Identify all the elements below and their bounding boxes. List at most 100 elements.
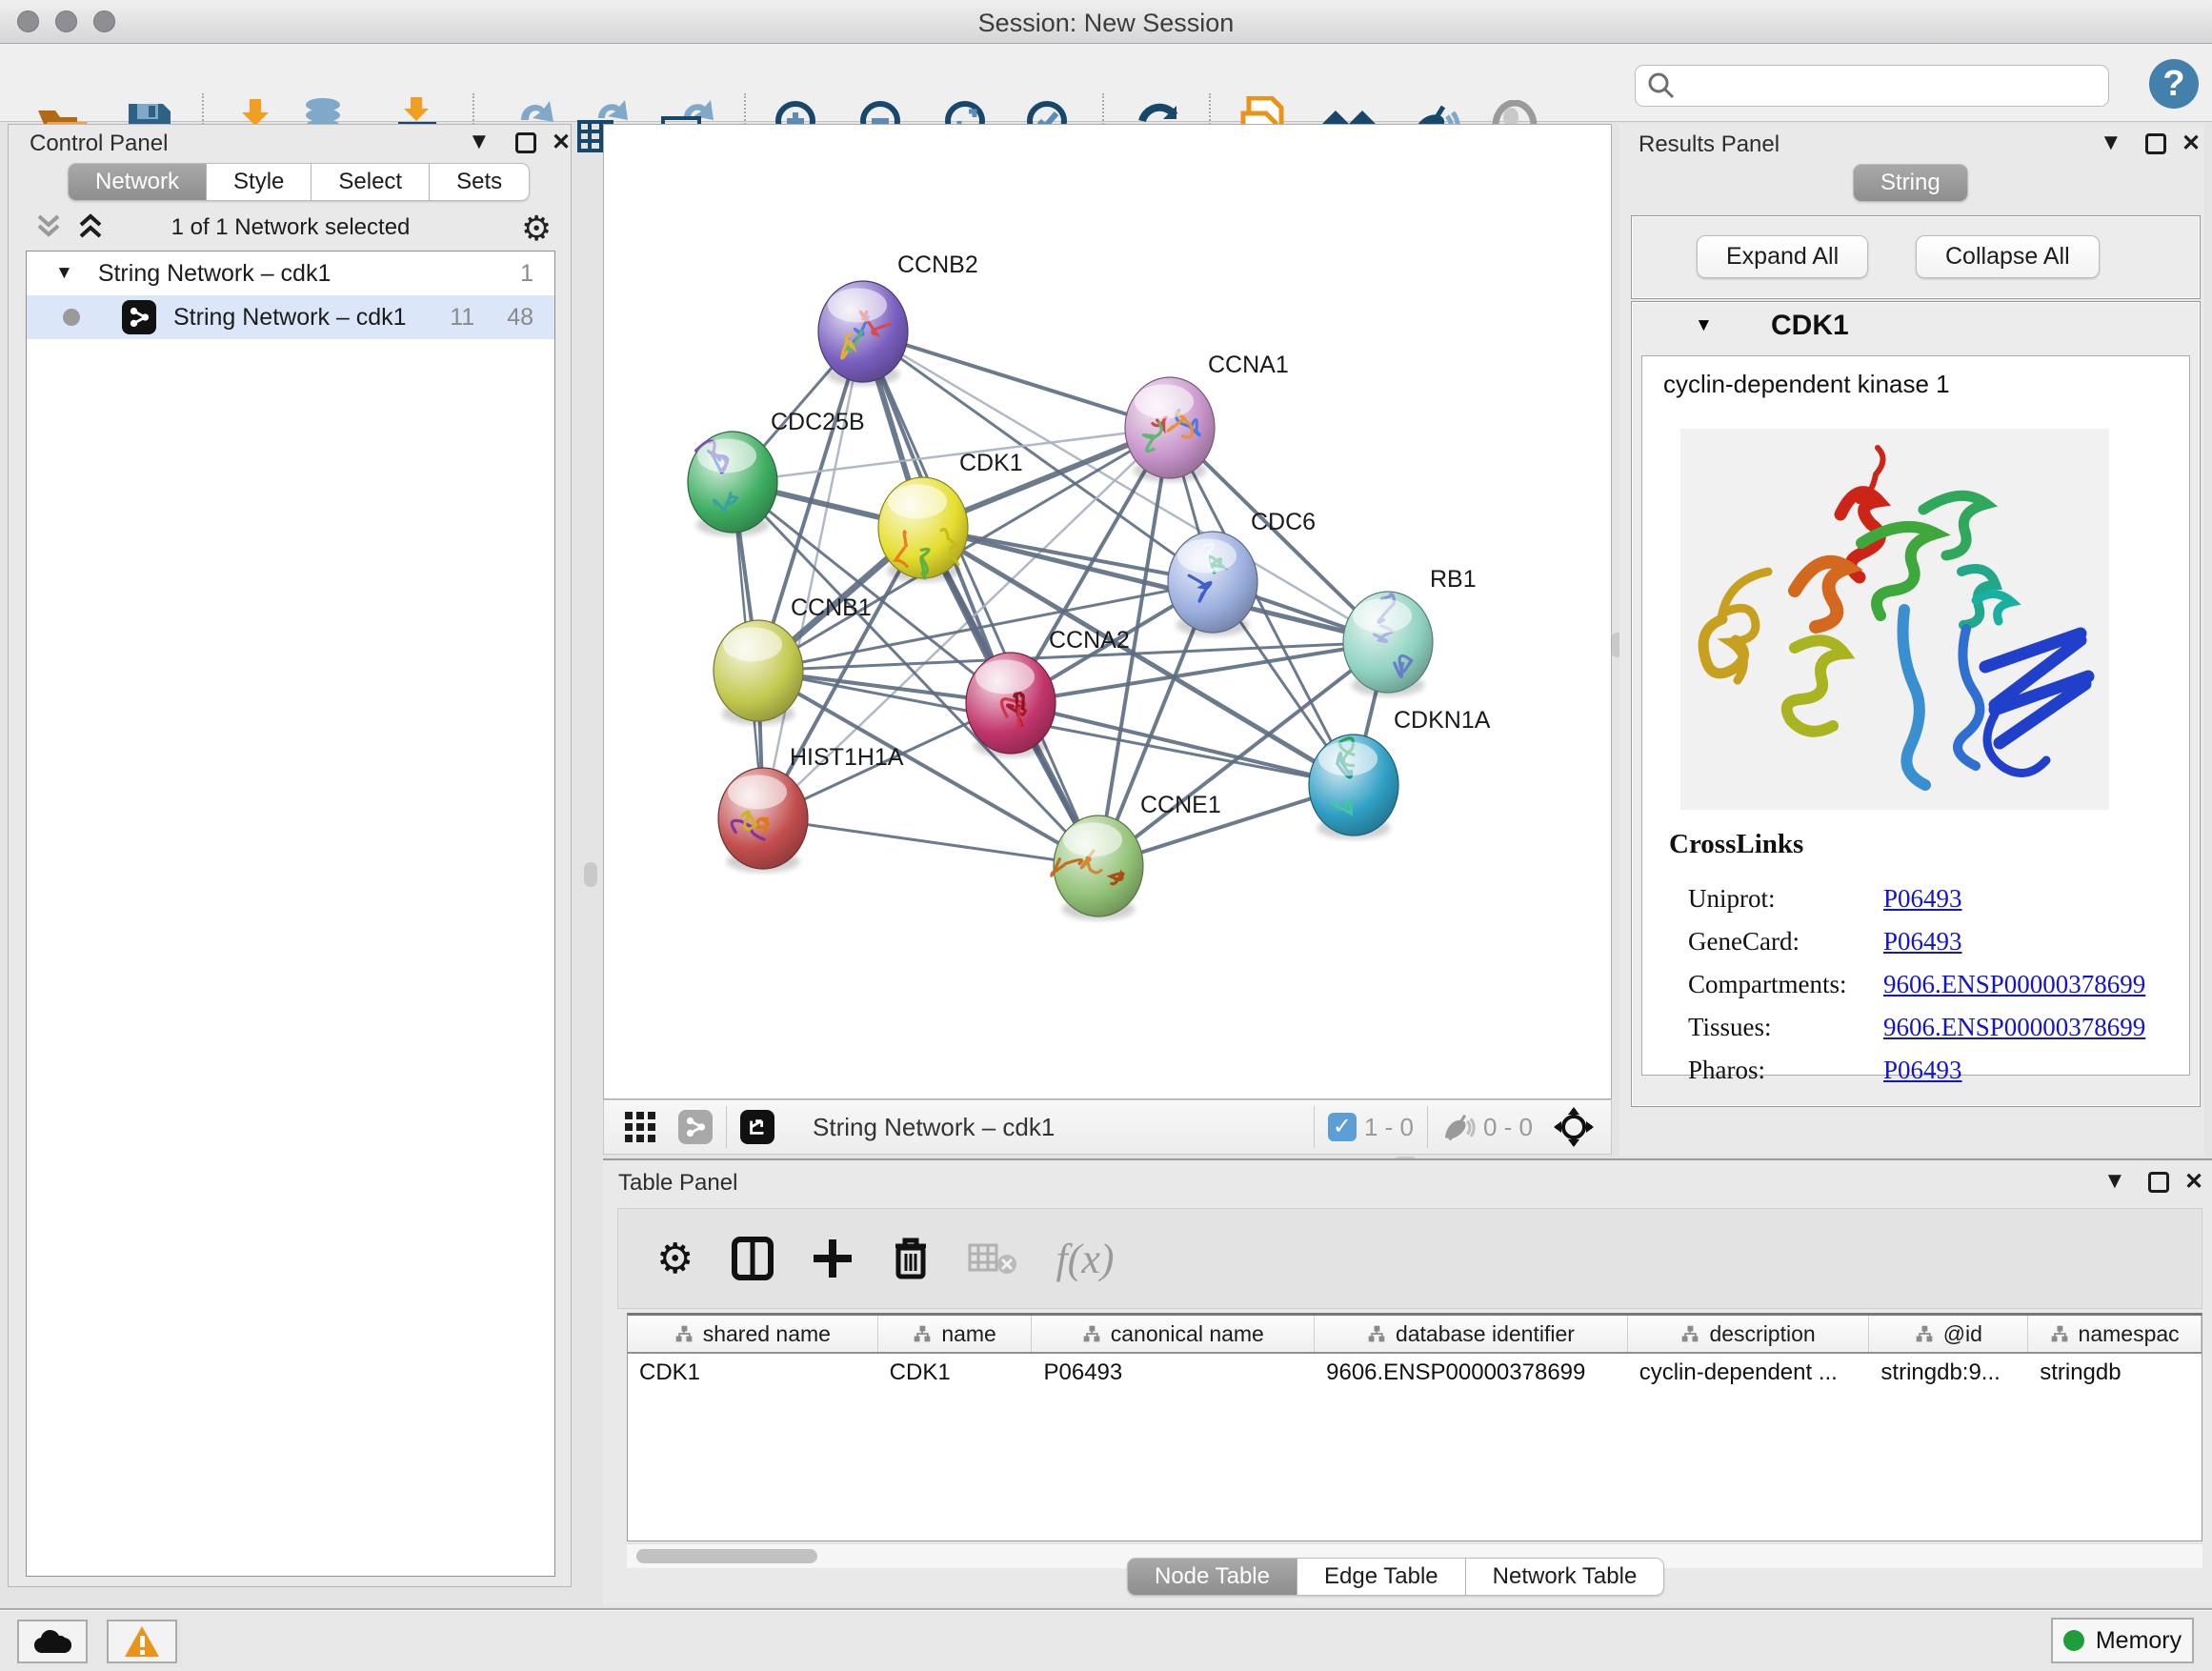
column-header-namespac[interactable]: namespac [2028,1316,2202,1352]
grid-view-icon[interactable] [623,1110,657,1144]
table-cell[interactable]: cyclin-dependent ... [1628,1354,1870,1392]
column-header--id[interactable]: @id [1869,1316,2028,1352]
left-splitter-handle[interactable] [584,862,597,887]
table-cell[interactable]: CDK1 [878,1354,1033,1392]
crosslink-link[interactable]: P06493 [1883,927,1962,956]
results-panel-title: Results Panel [1639,131,1780,158]
tab-string[interactable]: String [1853,164,1968,202]
network-collection-row[interactable]: ▼ String Network – cdk1 1 [27,252,554,295]
network-options-gear-icon[interactable]: ⚙ [521,209,552,249]
tab-network[interactable]: Network [68,163,207,201]
control-panel-tabs: Network Style Select Sets [68,163,530,201]
graph-node-CDC25B [688,432,777,533]
close-panel-icon[interactable]: ✕ [552,129,571,156]
network-row-selected[interactable]: String Network – cdk1 11 48 [27,295,554,339]
graph-node-CDKN1A [1309,735,1398,836]
delete-column-trash-icon[interactable] [892,1237,930,1280]
tab-node-table[interactable]: Node Table [1127,1558,1297,1596]
table-settings-gear-icon[interactable]: ⚙ [656,1235,694,1283]
entry-content: cyclin-dependent kinase 1 [1641,355,2190,1076]
memory-label: Memory [2096,1627,2182,1655]
network-canvas[interactable]: CCNB2CCNA1CDC25BCDK1CDC6RB1CCNB1CCNA2CDK… [603,124,1612,1099]
birdseye-crosshair-icon[interactable] [1554,1107,1594,1147]
node-table[interactable]: shared namenamecanonical namedatabase id… [627,1313,2202,1541]
tab-select[interactable]: Select [312,163,430,201]
panel-menu-icon[interactable]: ▼ [2100,130,2122,156]
float-panel-icon[interactable] [2145,133,2166,154]
graph-node-CCNA2 [966,653,1056,754]
close-panel-icon[interactable]: ✕ [2184,1168,2203,1196]
crosslink-link[interactable]: 9606.ENSP00000378699 [1883,970,2145,999]
scrollbar-thumb[interactable] [636,1549,817,1563]
float-panel-icon[interactable] [2148,1172,2169,1193]
help-button[interactable]: ? [2147,57,2201,111]
table-cell[interactable]: P06493 [1032,1354,1315,1392]
function-builder-icon[interactable]: f(x) [1056,1235,1114,1283]
warning-button[interactable] [107,1620,177,1663]
help-icon: ? [2147,57,2201,111]
table-row[interactable]: CDK1CDK1P064939606.ENSP00000378699cyclin… [628,1354,2202,1392]
detach-view-icon[interactable] [740,1110,774,1144]
node-label-CCNB1: CCNB1 [791,594,872,621]
table-cell[interactable]: stringdb [2028,1354,2202,1392]
node-label-RB1: RB1 [1430,566,1477,593]
toolbar-separator [726,1106,727,1148]
crosslink-row: Tissues: 9606.ENSP00000378699 [1688,1013,2145,1042]
entry-disclosure-icon[interactable]: ▼ [1695,315,1713,336]
search-input[interactable] [1685,72,2108,100]
column-header-database-identifier[interactable]: database identifier [1315,1316,1628,1352]
control-panel-title: Control Panel [30,131,168,157]
tab-style[interactable]: Style [207,163,312,201]
search-icon [1647,71,1676,100]
column-header-canonical-name[interactable]: canonical name [1032,1316,1315,1352]
cloud-button[interactable] [17,1620,88,1663]
results-entry-box: ▼ CDK1 cyclin-dependent kinase 1 [1631,301,2201,1107]
column-type-icon [1082,1324,1101,1343]
selected-nodes-checkbox[interactable]: ✓ [1328,1113,1357,1141]
crosslink-link[interactable]: P06493 [1883,884,1962,914]
show-columns-icon[interactable] [732,1237,774,1280]
node-label-CDC6: CDC6 [1251,509,1316,535]
tab-network-table[interactable]: Network Table [1466,1558,1665,1596]
table-cell[interactable]: 9606.ENSP00000378699 [1315,1354,1628,1392]
column-type-icon [1367,1324,1386,1343]
panel-menu-icon[interactable]: ▼ [2103,1168,2126,1195]
crosslink-link[interactable]: 9606.ENSP00000378699 [1883,1013,2145,1042]
table-toolbar: ⚙ f(x) [617,1208,2202,1309]
node-label-CCNE1: CCNE1 [1140,792,1221,818]
panel-menu-icon[interactable]: ▼ [468,129,491,155]
memory-button[interactable]: Memory [2051,1618,2194,1663]
control-panel: Control Panel ▼ ✕ Network Style Select S… [8,124,572,1587]
column-header-shared-name[interactable]: shared name [628,1316,878,1352]
network-share-icon [122,300,156,334]
graph-node-CDC6 [1168,532,1257,633]
node-label-HIST1H1A: HIST1H1A [790,744,904,771]
hidden-eye-icon[interactable] [1441,1112,1476,1142]
hidden-count: 0 - 0 [1483,1113,1533,1142]
table-panel-title: Table Panel [618,1170,737,1197]
network-view-toolbar: String Network – cdk1 ✓ 1 - 0 0 - 0 [603,1099,1612,1155]
crosslinks-list: Uniprot: P06493 GeneCard: P06493 Compart… [1688,871,2145,1085]
crosslink-link[interactable]: P06493 [1883,1056,1962,1085]
table-header-row: shared namenamecanonical namedatabase id… [628,1316,2202,1354]
tab-sets[interactable]: Sets [430,163,530,201]
collection-count: 1 [520,260,533,288]
delete-table-icon[interactable] [968,1241,1017,1276]
table-cell[interactable]: CDK1 [628,1354,878,1392]
disclosure-triangle-icon[interactable]: ▼ [55,263,73,284]
network-edge-count: 48 [507,304,533,332]
crosslink-row: GeneCard: P06493 [1688,927,2145,956]
collapse-all-button[interactable]: Collapse All [1916,235,2100,278]
float-panel-icon[interactable] [515,132,536,153]
column-header-description[interactable]: description [1628,1316,1870,1352]
add-column-icon[interactable] [812,1238,854,1279]
close-panel-icon[interactable]: ✕ [2182,130,2201,157]
crosslink-row: Uniprot: P06493 [1688,884,2145,914]
main-toolbar: ? [0,44,2212,122]
tab-edge-table[interactable]: Edge Table [1297,1558,1466,1596]
table-cell[interactable]: stringdb:9... [1869,1354,2028,1392]
column-type-icon [2050,1324,2069,1343]
column-header-name[interactable]: name [878,1316,1033,1352]
network-graph[interactable]: CCNB2CCNA1CDC25BCDK1CDC6RB1CCNB1CCNA2CDK… [604,125,1611,1098]
expand-all-button[interactable]: Expand All [1697,235,1868,278]
